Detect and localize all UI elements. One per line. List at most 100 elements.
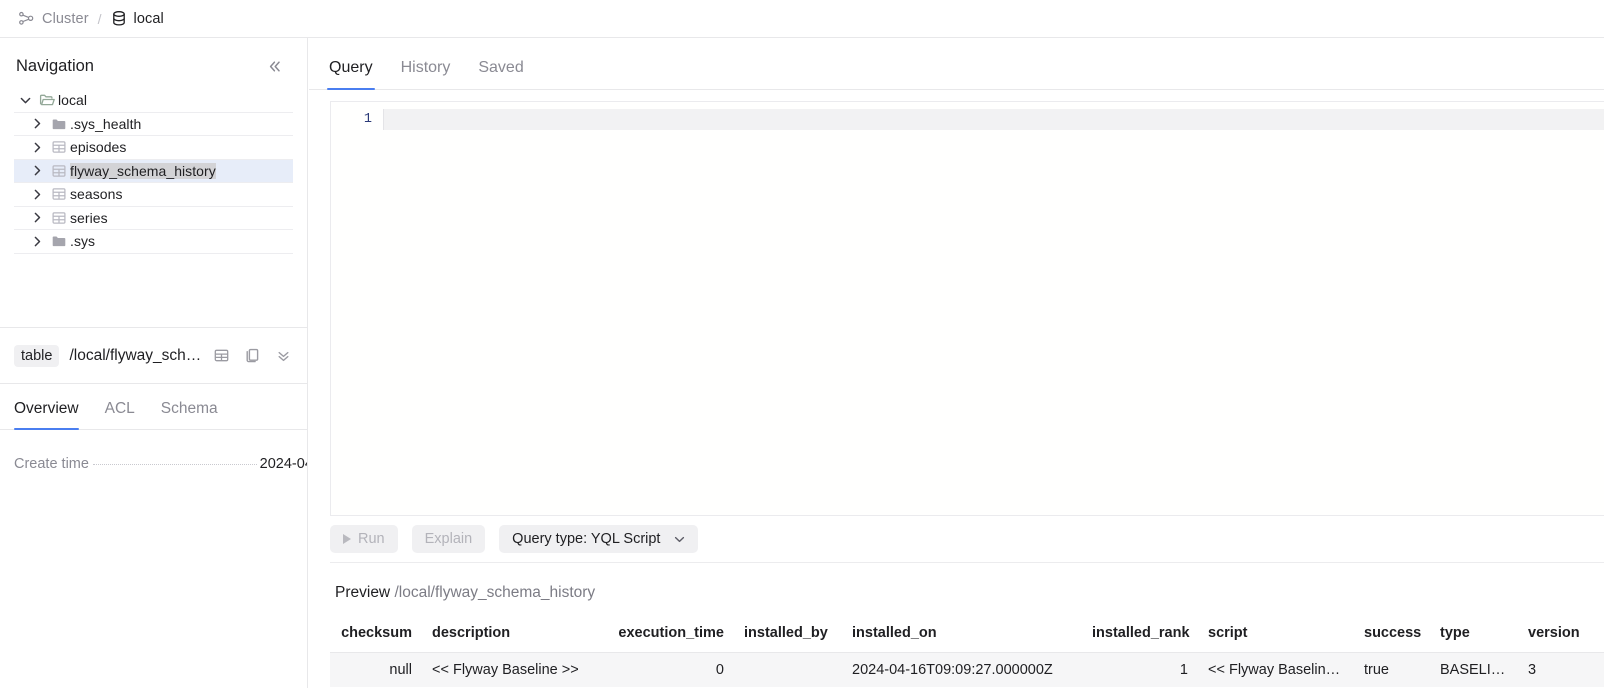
- tree-item-label: seasons: [70, 186, 123, 202]
- copy-icon[interactable]: [242, 345, 263, 366]
- explain-button-label: Explain: [425, 531, 473, 547]
- query-type-select[interactable]: Query type: YQL Script: [499, 525, 698, 553]
- chevron-right-icon[interactable]: [26, 234, 48, 249]
- object-header: table /local/flyway_sch…: [0, 328, 307, 384]
- query-actions: Run Explain Query type: YQL Script: [330, 525, 698, 553]
- open-table-icon[interactable]: [211, 345, 232, 366]
- tree-item-series[interactable]: series: [14, 207, 293, 231]
- cell-version: 3: [1518, 653, 1604, 688]
- folder-icon: [48, 233, 70, 249]
- tree-item-label: local: [58, 92, 87, 108]
- column-header-version[interactable]: version: [1518, 620, 1604, 653]
- breadcrumb-separator: /: [98, 11, 102, 27]
- column-header-description[interactable]: description: [422, 620, 594, 653]
- tree-item-label: episodes: [70, 139, 126, 155]
- preview-section: Preview /local/flyway_schema_history che…: [330, 562, 1604, 688]
- chevron-down-icon: [672, 532, 687, 547]
- cell-installed-by: [734, 653, 842, 688]
- tree-item-episodes[interactable]: episodes: [14, 136, 293, 160]
- run-button[interactable]: Run: [330, 525, 398, 553]
- explain-button[interactable]: Explain: [412, 525, 486, 553]
- cell-type: BASELINE: [1430, 653, 1518, 688]
- column-header-installed-by[interactable]: installed_by: [734, 620, 842, 653]
- tree-item-sys[interactable]: .sys: [14, 230, 293, 254]
- cell-execution-time: 0: [594, 653, 734, 688]
- tree-item-sys-health[interactable]: .sys_health: [14, 113, 293, 137]
- overview-value: 2024-04-16 12: [260, 456, 307, 472]
- column-header-installed-on[interactable]: installed_on: [842, 620, 1082, 653]
- table-grid-icon: [48, 210, 70, 226]
- cell-checksum: null: [330, 653, 422, 688]
- folder-open-icon: [36, 92, 58, 108]
- column-header-execution-time[interactable]: execution_time: [594, 620, 734, 653]
- tree-item-label: .sys: [70, 233, 95, 249]
- navigation-tree: local .sys_health episodes flyway_schema_hi…: [0, 89, 307, 254]
- cell-description: << Flyway Baseline >>: [422, 653, 594, 688]
- object-tab-schema[interactable]: Schema: [161, 384, 218, 429]
- object-panel: table /local/flyway_sch…: [0, 328, 307, 688]
- table-grid-icon: [48, 163, 70, 179]
- breadcrumb: Cluster / local: [0, 0, 1604, 38]
- object-tab-acl[interactable]: ACL: [105, 384, 135, 429]
- run-button-label: Run: [358, 531, 385, 547]
- query-type-label: Query type: YQL Script: [512, 531, 660, 547]
- play-icon: [343, 534, 351, 544]
- tree-item-label: series: [70, 210, 108, 226]
- query-tab-history[interactable]: History: [401, 59, 451, 89]
- chevron-right-icon[interactable]: [26, 210, 48, 225]
- chevron-right-icon[interactable]: [26, 163, 48, 178]
- overview-row: Create time2024-04-16 12: [14, 456, 307, 472]
- tree-item-label: .sys_health: [70, 116, 141, 132]
- app-root: Cluster / local Navigation: [0, 0, 1604, 688]
- cell-installed-on: 2024-04-16T09:09:27.000000Z: [842, 653, 1082, 688]
- cell-success: true: [1354, 653, 1430, 688]
- object-tabs: Overview ACL Schema: [0, 384, 307, 430]
- column-header-type[interactable]: type: [1430, 620, 1518, 653]
- database-icon: [111, 10, 127, 27]
- editor-line-number: 1: [331, 109, 383, 130]
- query-tabs: Query History Saved: [309, 38, 1604, 90]
- chevron-right-icon[interactable]: [26, 187, 48, 202]
- chevron-right-icon[interactable]: [26, 140, 48, 155]
- object-overview: Create time2024-04-16 12: [0, 430, 307, 472]
- cell-script: << Flyway Baseline >>: [1198, 653, 1354, 688]
- folder-icon: [48, 116, 70, 132]
- chevrons-left-icon[interactable]: [264, 56, 285, 77]
- table-body: null<< Flyway Baseline >>02024-04-16T09:…: [330, 653, 1604, 688]
- navigation-title: Navigation: [16, 57, 94, 76]
- editor-line-content[interactable]: [383, 109, 1604, 130]
- cell-installed-rank: 1: [1082, 653, 1198, 688]
- table-grid-icon: [48, 139, 70, 155]
- left-column: Navigation local .sys_health episodes flywa…: [0, 38, 308, 688]
- tree-item-label: flyway_schema_history: [70, 163, 216, 179]
- table-row[interactable]: null<< Flyway Baseline >>02024-04-16T09:…: [330, 653, 1604, 688]
- chevron-down-icon[interactable]: [14, 93, 36, 108]
- chevron-right-icon[interactable]: [26, 116, 48, 131]
- breadcrumb-database[interactable]: local: [111, 10, 164, 27]
- object-tab-overview[interactable]: Overview: [14, 384, 79, 429]
- breadcrumb-cluster[interactable]: Cluster: [18, 10, 89, 27]
- tree-item-flyway-schema-history[interactable]: flyway_schema_history: [14, 160, 293, 184]
- navigation-header: Navigation: [0, 38, 307, 89]
- chevrons-down-icon[interactable]: [273, 345, 294, 366]
- main-column: Query History Saved 1 Run Explain Query ty…: [309, 38, 1604, 688]
- column-header-success[interactable]: success: [1354, 620, 1430, 653]
- column-header-script[interactable]: script: [1198, 620, 1354, 653]
- preview-path: /local/flyway_schema_history: [394, 584, 595, 601]
- query-editor[interactable]: 1: [330, 101, 1604, 516]
- query-tab-saved[interactable]: Saved: [478, 59, 523, 89]
- query-tab-query[interactable]: Query: [329, 59, 373, 89]
- leader-dots: [93, 464, 257, 465]
- breadcrumb-database-label: local: [134, 11, 164, 27]
- tree-item-local[interactable]: local: [14, 89, 293, 113]
- preview-title: Preview /local/flyway_schema_history: [330, 563, 1604, 620]
- column-header-checksum[interactable]: checksum: [330, 620, 422, 653]
- column-header-installed-rank[interactable]: installed_rank: [1082, 620, 1198, 653]
- table-header-row: checksumdescriptionexecution_timeinstall…: [330, 620, 1604, 653]
- editor-line[interactable]: 1: [331, 109, 1604, 130]
- preview-title-label: Preview: [335, 584, 390, 601]
- object-path: /local/flyway_sch…: [69, 347, 201, 365]
- breadcrumb-cluster-label: Cluster: [42, 11, 89, 27]
- object-kind-badge: table: [14, 345, 59, 367]
- tree-item-seasons[interactable]: seasons: [14, 183, 293, 207]
